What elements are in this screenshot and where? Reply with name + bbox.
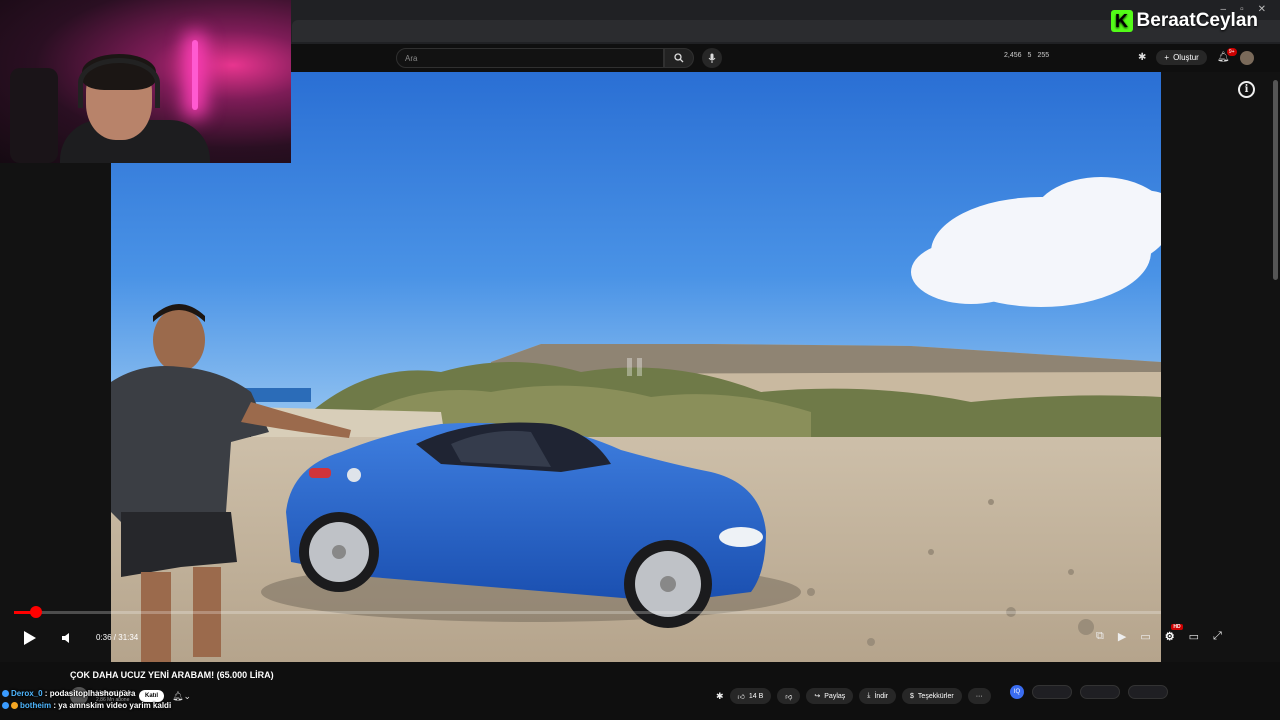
share-button[interactable]: ↪ Paylaş [806,688,854,704]
progress-bar[interactable] [14,611,1161,614]
thanks-icon: $ [910,692,914,700]
page-scrollbar[interactable] [1273,80,1278,280]
stream-screen: – ▫ ✕ Ara 2,456 5 255 ✱ + Oluştur 🔔︎ 9+ [0,0,1280,720]
player-right-controls: ⧉ ▶ ▭ ⚙ HD ▭ ⤢ [1096,624,1222,643]
thanks-button[interactable]: $ Teşekkürler [902,688,962,704]
like-count: 14 B [748,692,764,700]
chat-badge-icon [2,690,9,698]
share-icon: ↪ [814,693,821,700]
download-icon: ⤓ [867,692,871,699]
hd-badge: HD [1171,624,1183,630]
download-label: İndir [874,692,889,700]
download-button[interactable]: ⤓ İndir [859,688,897,704]
theater-mode-icon[interactable]: ▭ [1189,630,1199,643]
volume-button[interactable] [58,629,76,647]
stat-likes: 5 [1027,52,1032,59]
subtitles-icon[interactable]: ▭ [1140,630,1150,643]
share-label: Paylaş [824,692,846,700]
gear-icon: ⚙ [1164,631,1175,643]
notifications-button[interactable]: 🔔︎ 9+ [1217,48,1237,63]
stat-views: 2,456 [1004,52,1022,59]
chat-message: botheim : ya amnskim video yarim kaldi [2,700,171,712]
like-button[interactable]: 👍︎ 14 B [729,688,772,704]
chat-badge-icon [2,702,9,710]
chat-text: ya amnskim video yarim kaldi [58,701,172,710]
extension-stats: 2,456 5 255 [1004,52,1049,59]
fullscreen-icon[interactable]: ⤢ [1213,630,1222,643]
search-icon [674,53,684,63]
info-icon[interactable]: i [1238,81,1255,98]
microphone-icon [708,53,716,63]
queue-chip-1[interactable] [1032,685,1072,699]
time-display: 0:36 / 31:34 [96,633,139,642]
close-button[interactable]: ✕ [1258,4,1266,15]
youtube-header: Ara 2,456 5 255 ✱ + Oluştur 🔔︎ 9+ [292,44,1280,72]
thumbs-down-icon: 👎︎ [785,693,793,701]
gaming-chair [10,68,58,163]
queue-chip-3[interactable] [1128,685,1168,699]
search-button[interactable] [664,48,694,68]
queue-chips: IQ [1010,685,1168,699]
chat-text: podasitoplhashoupara [49,689,136,698]
extension-icon[interactable]: ✱ [1138,52,1146,63]
stat-comments: 255 [1037,52,1050,59]
clip-icon[interactable]: ✱ [716,691,724,702]
notification-badge: 9+ [1226,48,1237,56]
create-label: Oluştur [1173,53,1199,62]
pink-light [192,40,198,110]
miniplayer-prev-icon[interactable]: ⧉ [1096,630,1104,643]
chat-badge-icon [11,702,18,710]
microphone-button[interactable] [702,48,722,68]
kick-brand: K BeraatCeylan [1110,10,1258,32]
headset [78,58,160,108]
video-title: ÇOK DAHA UCUZ YENİ ARABAM! (65.000 LİRA) [70,670,274,680]
create-button[interactable]: + Oluştur [1156,50,1207,65]
webcam-overlay [0,0,291,163]
queue-chip-2[interactable] [1080,685,1120,699]
thanks-label: Teşekkürler [917,692,954,700]
account-avatar[interactable] [1239,50,1254,65]
streamer-name: BeraatCeylan [1136,10,1258,31]
thumbs-up-icon: 👍︎ [737,693,745,701]
chat-username: botheim [20,701,52,710]
chat-username: Derox_0 [11,689,43,698]
more-button[interactable]: ··· [967,688,991,704]
progress-scrubber[interactable] [29,606,42,618]
player-letterbox-left [0,163,111,662]
settings-button[interactable]: ⚙ HD [1164,624,1183,643]
play-icon [24,631,36,645]
plus-icon: + [1164,53,1170,62]
autoplay-toggle[interactable]: ▶ [1118,630,1126,643]
header-icons: ✱ + Oluştur 🔔︎ 9+ [1138,48,1254,65]
queue-icon[interactable]: IQ [1010,685,1024,699]
chat-message: Derox_0 : podasitoplhashoupara [2,688,171,700]
kick-logo-icon: K [1110,10,1133,32]
dislike-button[interactable]: 👎︎ [777,688,801,704]
player-letterbox-right [1161,72,1280,662]
volume-icon [62,633,69,643]
play-button[interactable] [20,628,40,648]
subscribe-bell-button[interactable]: 🔔︎⌄ [172,691,191,702]
search-input[interactable]: Ara [396,48,664,68]
chat-overlay: Derox_0 : podasitoplhashoupara botheim :… [2,688,171,712]
video-actions: ✱ 👍︎ 14 B 👎︎ ↪ Paylaş ⤓ İndir $ Teşekkür… [716,688,991,704]
